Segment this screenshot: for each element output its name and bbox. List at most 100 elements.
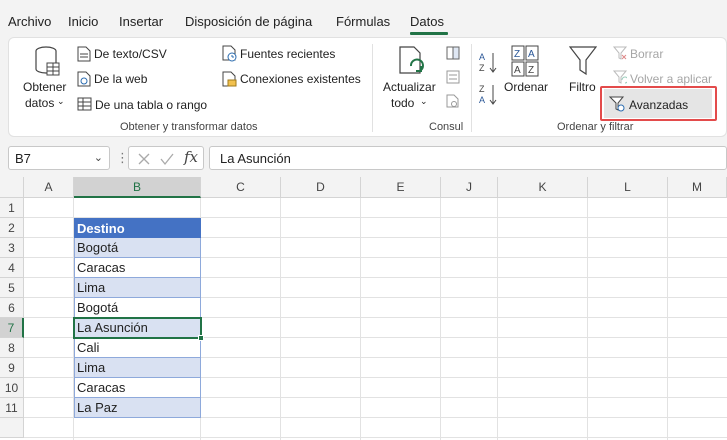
row-header[interactable]: 10 (0, 378, 24, 398)
row-header[interactable]: 4 (0, 258, 24, 278)
select-all-corner[interactable] (0, 177, 24, 198)
gridline (587, 198, 588, 440)
tab-archivo[interactable]: Archivo (8, 14, 51, 29)
name-box[interactable]: B7 ⌄ (8, 146, 110, 170)
row-header[interactable]: 8 (0, 338, 24, 358)
from-web-button[interactable]: De la web (94, 72, 147, 86)
active-cell-outline (73, 317, 202, 339)
table-cell[interactable]: Lima (74, 278, 201, 298)
highlight-box (600, 86, 717, 121)
group-divider (471, 44, 472, 132)
gridline (24, 437, 727, 438)
table-cell[interactable]: Caracas (74, 378, 201, 398)
formula-input[interactable]: La Asunción (209, 146, 727, 170)
gridline (280, 198, 281, 440)
active-tab-indicator (410, 32, 448, 35)
column-header-k[interactable]: K (498, 177, 588, 198)
column-header-l[interactable]: L (588, 177, 668, 198)
column-header-b[interactable]: B (74, 177, 201, 198)
group-label-sort-filter: Ordenar y filtrar (557, 121, 634, 133)
row-header[interactable]: 5 (0, 278, 24, 298)
gridline (360, 198, 361, 440)
tab-datos[interactable]: Datos (410, 14, 444, 29)
refresh-all-label-2: todo (391, 96, 415, 110)
properties-icon[interactable] (446, 70, 460, 84)
worksheet-grid[interactable]: A B C D E J K L M 1 2 3 4 5 6 7 8 9 10 1… (0, 177, 727, 440)
queries-connections-icon[interactable] (446, 46, 460, 60)
get-data-label-1: Obtener (23, 80, 67, 94)
cancel-icon[interactable] (137, 152, 151, 166)
existing-connections-icon (222, 71, 237, 87)
svg-text:A: A (514, 65, 521, 76)
row-header[interactable]: 6 (0, 298, 24, 318)
chevron-down-icon: ⌄ (57, 96, 65, 106)
row-header[interactable]: 2 (0, 218, 24, 238)
tab-disposicion[interactable]: Disposición de página (185, 14, 312, 29)
sort-za-icon[interactable]: Z A (477, 82, 499, 106)
insert-function-icon[interactable]: fx (184, 148, 198, 166)
clear-button[interactable]: Borrar (630, 47, 663, 61)
table-cell[interactable]: Caracas (74, 258, 201, 278)
column-header-d[interactable]: D (281, 177, 361, 198)
tab-insertar[interactable]: Insertar (119, 14, 163, 29)
row-header[interactable] (0, 418, 24, 438)
check-icon[interactable] (159, 152, 175, 166)
reapply-icon (613, 70, 627, 84)
web-page-icon (77, 71, 91, 87)
filter-button[interactable]: Filtro (569, 80, 596, 94)
group-divider (372, 44, 373, 132)
refresh-all-icon (399, 46, 424, 74)
svg-text:Z: Z (514, 49, 520, 60)
column-header-m[interactable]: M (668, 177, 727, 198)
fill-handle[interactable] (198, 335, 204, 341)
text-file-icon (77, 46, 91, 62)
filter-funnel-icon (569, 46, 597, 76)
from-table-range-button[interactable]: De una tabla o rango (95, 98, 207, 112)
excel-window: Archivo Inicio Insertar Disposición de p… (0, 0, 727, 440)
table-cell[interactable]: Bogotá (74, 298, 201, 318)
table-cell[interactable]: Lima (74, 358, 201, 378)
table-icon (77, 97, 92, 111)
from-text-csv-button[interactable]: De texto/CSV (94, 47, 167, 61)
svg-text:A: A (479, 95, 485, 105)
gridline (440, 198, 441, 440)
svg-text:Z: Z (479, 84, 485, 94)
gridline (497, 198, 498, 440)
chevron-down-icon[interactable]: ⌄ (94, 151, 103, 164)
table-cell[interactable]: La Paz (74, 398, 201, 418)
recent-sources-icon (222, 45, 237, 62)
svg-text:A: A (479, 52, 485, 62)
tab-formulas[interactable]: Fórmulas (336, 14, 390, 29)
tab-inicio[interactable]: Inicio (68, 14, 98, 29)
table-header-destino[interactable]: Destino (74, 218, 201, 238)
name-box-value: B7 (15, 151, 31, 166)
svg-text:A: A (528, 49, 535, 60)
gridline (667, 198, 668, 440)
sort-az-icon[interactable]: A Z (477, 50, 499, 74)
recent-sources-button[interactable]: Fuentes recientes (240, 47, 335, 61)
svg-text:Z: Z (528, 65, 534, 76)
group-label-queries: Consul (429, 121, 464, 133)
row-header[interactable]: 1 (0, 198, 24, 218)
refresh-all-label-1: Actualizar (383, 80, 436, 94)
formula-bar: B7 ⌄ ⋮ fx La Asunción (0, 146, 727, 170)
sort-button[interactable]: Ordenar (504, 80, 548, 94)
column-header-e[interactable]: E (361, 177, 441, 198)
row-header[interactable]: 3 (0, 238, 24, 258)
ribbon-tabs: Archivo Inicio Insertar Disposición de p… (0, 0, 727, 36)
row-header[interactable]: 11 (0, 398, 24, 418)
row-header-selected[interactable]: 7 (0, 318, 24, 338)
clear-filter-icon (613, 46, 627, 60)
chevron-down-icon: ⌄ (420, 96, 428, 106)
edit-links-icon[interactable] (446, 94, 460, 108)
column-header-j[interactable]: J (441, 177, 498, 198)
table-cell[interactable]: Bogotá (74, 238, 201, 258)
table-cell[interactable]: Cali (74, 338, 201, 358)
sort-dialog-icon: Z A A Z (511, 45, 539, 77)
existing-connections-button[interactable]: Conexiones existentes (240, 72, 361, 86)
column-header-a[interactable]: A (24, 177, 74, 198)
database-icon (35, 46, 60, 76)
column-header-c[interactable]: C (201, 177, 281, 198)
reapply-button[interactable]: Volver a aplicar (630, 72, 712, 86)
row-header[interactable]: 9 (0, 358, 24, 378)
